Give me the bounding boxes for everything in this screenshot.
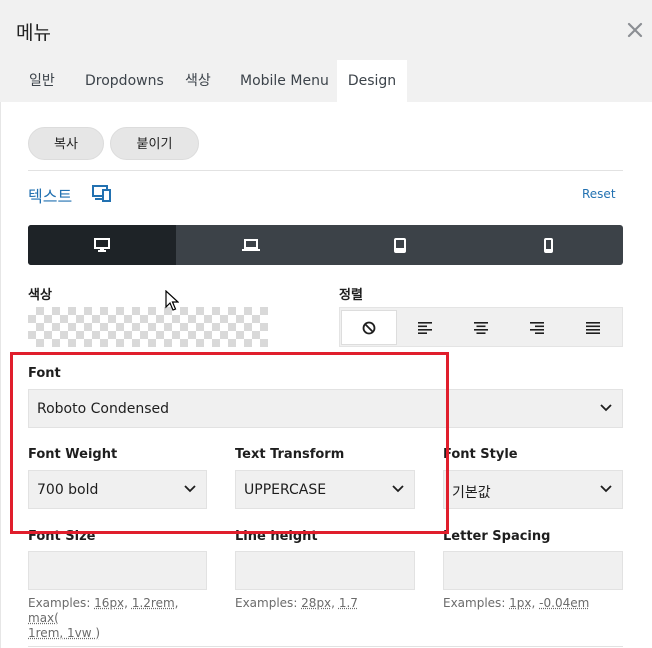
desktop-icon <box>94 238 110 252</box>
font-style-select[interactable]: 기본값 <box>443 470 623 509</box>
mouse-cursor-icon <box>165 290 179 311</box>
example-value[interactable]: 16px <box>94 596 124 610</box>
tab-general[interactable]: 일반 <box>29 60 55 102</box>
font-style-label: Font Style <box>443 447 518 462</box>
divider <box>28 646 623 647</box>
align-justify-icon <box>586 321 600 334</box>
device-mobile-button[interactable] <box>474 225 623 265</box>
example-value[interactable]: max( <box>28 611 59 625</box>
device-selector <box>28 225 623 265</box>
example-value[interactable]: 1px <box>509 596 531 610</box>
align-left-button[interactable] <box>398 311 452 344</box>
tab-colors[interactable]: 색상 <box>185 60 211 102</box>
highlight-box <box>10 352 449 534</box>
device-tablet-button[interactable] <box>325 225 474 265</box>
line-height-input[interactable] <box>235 551 415 590</box>
letter-spacing-hint: Examples: 1px, -0.04em <box>443 596 590 610</box>
align-right-button[interactable] <box>510 311 564 344</box>
tablet-icon <box>393 237 406 253</box>
align-right-icon <box>530 321 544 334</box>
font-style-value: 기본값 <box>452 485 491 501</box>
align-left-icon <box>418 321 432 334</box>
line-height-hint: Examples: 28px, 1.7 <box>235 596 358 610</box>
font-size-hint: Examples: 16px, 1.2rem, max(1rem, 1vw ) <box>28 596 179 640</box>
copy-button[interactable]: 복사 <box>28 127 104 160</box>
color-label: 색상 <box>28 288 52 303</box>
no-alignment-icon <box>362 321 376 334</box>
close-icon[interactable] <box>624 19 646 41</box>
laptop-icon <box>241 238 260 251</box>
chevron-down-icon <box>600 404 612 412</box>
mobile-icon <box>544 237 553 253</box>
chevron-down-icon <box>600 485 612 493</box>
reset-link[interactable]: Reset <box>582 187 616 201</box>
divider <box>28 170 623 171</box>
alignment-group <box>339 307 623 347</box>
align-center-icon <box>474 321 488 334</box>
example-value[interactable]: 1rem, 1vw ) <box>28 626 100 640</box>
letter-spacing-label: Letter Spacing <box>443 529 551 544</box>
device-desktop-button[interactable] <box>28 225 176 265</box>
hint-prefix: Examples: <box>28 596 95 610</box>
align-none-button[interactable] <box>342 311 396 344</box>
example-value[interactable]: 1.2rem <box>132 596 175 610</box>
modal-title: 메뉴 <box>16 22 51 44</box>
alignment-label: 정렬 <box>339 288 363 303</box>
letter-spacing-input[interactable] <box>443 551 623 590</box>
hint-prefix: Examples: <box>235 596 302 610</box>
example-value[interactable]: 1.7 <box>339 596 358 610</box>
responsive-devices-icon[interactable] <box>92 184 112 202</box>
font-size-input[interactable] <box>28 551 207 590</box>
align-justify-button[interactable] <box>566 311 620 344</box>
align-center-button[interactable] <box>454 311 508 344</box>
paste-button[interactable]: 붙이기 <box>110 127 199 160</box>
section-title-text: 텍스트 <box>28 187 73 206</box>
tab-design[interactable]: Design <box>337 60 407 103</box>
hint-prefix: Examples: <box>443 596 510 610</box>
example-value[interactable]: 28px <box>301 596 331 610</box>
tab-mobile-menu[interactable]: Mobile Menu <box>240 60 329 102</box>
color-swatch-transparent[interactable] <box>28 307 268 347</box>
device-laptop-button[interactable] <box>176 225 325 265</box>
tab-bar: 일반 Dropdowns 색상 Mobile Menu Design <box>0 60 652 103</box>
example-value[interactable]: -0.04em <box>539 596 589 610</box>
modal-header: 메뉴 <box>0 0 652 60</box>
tab-dropdowns[interactable]: Dropdowns <box>85 60 164 102</box>
